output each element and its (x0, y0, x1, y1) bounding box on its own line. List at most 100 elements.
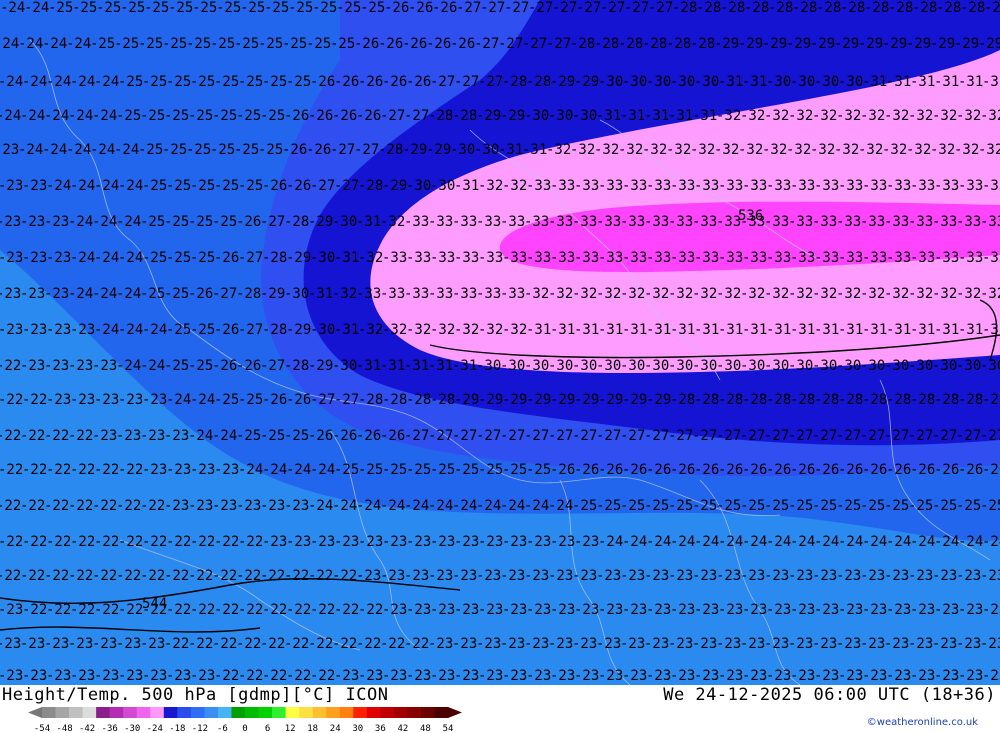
contour-label: -31 (718, 74, 743, 90)
contour-label: -28 (720, 0, 745, 16)
contour-label: -23 (572, 636, 597, 652)
contour-label: -23 (428, 636, 453, 652)
contour-label: -32 (812, 108, 837, 124)
contour-label: -27 (908, 428, 933, 444)
contour-label: -27 (980, 428, 1000, 444)
contour-label: -27 (788, 428, 813, 444)
contour-label: -29 (574, 392, 599, 408)
contour-label: -24 (116, 286, 141, 302)
contour-label: -23 (694, 602, 719, 618)
contour-label: -22 (334, 602, 359, 618)
contour-label: -31 (982, 74, 1000, 90)
contour-label: -22 (46, 602, 71, 618)
contour-label: -25 (668, 498, 693, 514)
contour-label: -25 (282, 36, 307, 52)
contour-label: -31 (694, 322, 719, 338)
contour-label: -31 (886, 74, 911, 90)
contour-label: -27 (334, 178, 359, 194)
contour-label: -24 (332, 498, 357, 514)
contour-label: -26 (790, 462, 815, 478)
scale-label: 36 (375, 724, 386, 733)
contour-label: -25 (72, 0, 97, 16)
contour-label: -28 (502, 74, 527, 90)
contour-label: -33 (550, 250, 575, 266)
scale-label: -12 (192, 724, 208, 733)
scale-label: -48 (56, 724, 72, 733)
contour-label: -25 (572, 498, 597, 514)
contour-label: -29 (454, 392, 479, 408)
contour-label: -27 (572, 428, 597, 444)
contour-label: -23 (46, 322, 71, 338)
contour-label: -23 (814, 602, 839, 618)
contour-label: -24 (166, 392, 191, 408)
contour-label: -27 (644, 428, 669, 444)
contour-label: -25 (186, 36, 211, 52)
scale-swatch (190, 707, 205, 718)
contour-label: -28 (960, 0, 985, 16)
contour-label: -24 (982, 534, 1000, 550)
contour-label: -23 (20, 286, 45, 302)
contour-label: -33 (790, 250, 815, 266)
contour-label: -22 (70, 462, 95, 478)
contour-label: -32 (478, 178, 503, 194)
contour-label: -28 (428, 108, 453, 124)
scale-swatch (393, 707, 408, 718)
contour-label: -33 (428, 214, 453, 230)
contour-label: -30 (838, 74, 863, 90)
contour-label: -22 (68, 498, 93, 514)
contour-label: -24 (44, 108, 69, 124)
contour-label: -32 (788, 108, 813, 124)
contour-label: -23 (644, 568, 669, 584)
contour-label: -25 (166, 178, 191, 194)
contour-label: -33 (574, 178, 599, 194)
contour-label: -29 (550, 74, 575, 90)
contour-label: -23 (406, 534, 431, 550)
contour-label: -33 (406, 250, 431, 266)
contour-label: -22 (0, 568, 21, 584)
contour-label: -32 (502, 322, 527, 338)
contour-label: -33 (476, 214, 501, 230)
contour-label: -25 (212, 108, 237, 124)
contour-label: -23 (382, 534, 407, 550)
contour-label: -31 (742, 322, 767, 338)
contour-label: -26 (598, 462, 623, 478)
contour-label: -26 (378, 36, 403, 52)
contour-label: -33 (836, 214, 861, 230)
contour-label: -27 (452, 428, 477, 444)
contour-label: -23 (764, 568, 789, 584)
contour-label: -27 (260, 358, 285, 374)
contour-label: -25 (214, 392, 239, 408)
contour-label: -33 (454, 250, 479, 266)
contour-label: -28 (912, 0, 937, 16)
contour-label: -33 (910, 178, 935, 194)
contour-label: -23 (70, 392, 95, 408)
contour-label: -25 (478, 462, 503, 478)
contour-label: -26 (332, 108, 357, 124)
contour-label: -25 (162, 142, 187, 158)
contour-label: -25 (234, 36, 259, 52)
contour-label: -23 (910, 602, 935, 618)
scale-label: -30 (124, 724, 140, 733)
contour-label: -24 (68, 108, 93, 124)
contour-label: -28 (984, 0, 1000, 16)
contour-label: -30 (908, 358, 933, 374)
contour-label: -24 (70, 74, 95, 90)
contour-label: -23 (286, 534, 311, 550)
contour-label: -23 (740, 636, 765, 652)
contour-label: -23 (980, 636, 1000, 652)
contour-label: -24 (92, 108, 117, 124)
contour-label: -22 (22, 462, 47, 478)
contour-label: -23 (500, 568, 525, 584)
contour-label: -33 (452, 214, 477, 230)
contour-label: -31 (934, 74, 959, 90)
contour-label: -25 (740, 498, 765, 514)
credit-link[interactable]: ©weatheronline.co.uk (867, 717, 978, 728)
contour-label: -31 (308, 286, 333, 302)
contour-label: -32 (716, 108, 741, 124)
contour-label: -25 (526, 462, 551, 478)
contour-label: -30 (668, 358, 693, 374)
contour-label: -23 (956, 636, 981, 652)
contour-label: -26 (308, 428, 333, 444)
contour-label: -23 (0, 142, 19, 158)
contour-label: -30 (474, 142, 499, 158)
